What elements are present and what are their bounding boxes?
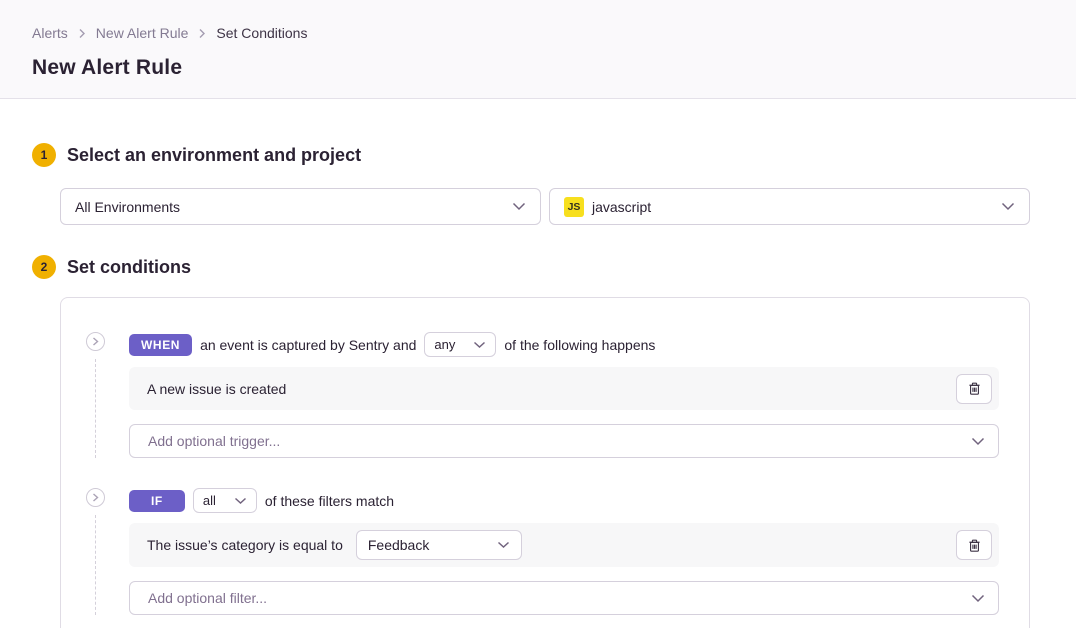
breadcrumb-link-new-alert-rule[interactable]: New Alert Rule (96, 25, 189, 41)
page-header: Alerts New Alert Rule Set Conditions New… (0, 0, 1076, 99)
filter-value-select-value: Feedback (368, 537, 497, 553)
when-match-select[interactable]: any (424, 332, 496, 357)
chevron-down-icon (971, 437, 985, 446)
add-optional-filter-select[interactable]: Add optional filter... (129, 581, 999, 615)
chevron-down-icon (1001, 202, 1015, 211)
step-1-number-badge: 1 (32, 143, 56, 167)
chevron-right-icon (198, 28, 206, 39)
collapse-circle-chevron-icon[interactable] (86, 488, 105, 507)
chevron-down-icon (971, 594, 985, 603)
trigger-rule-row: A new issue is created (129, 367, 999, 410)
add-optional-trigger-select[interactable]: Add optional trigger... (129, 424, 999, 458)
when-text-after: of the following happens (504, 337, 655, 353)
add-filter-placeholder: Add optional filter... (148, 590, 971, 606)
chevron-down-icon (473, 341, 486, 349)
when-match-select-value: any (434, 337, 455, 352)
if-badge: IF (129, 490, 185, 512)
main-content: 1 Select an environment and project All … (0, 99, 1076, 628)
filter-rule-label: The issue’s category is equal to (147, 537, 343, 553)
chevron-down-icon (512, 202, 526, 211)
connector-dashed-line (95, 359, 96, 458)
connector-dashed-line (95, 515, 96, 615)
delete-trigger-button[interactable] (956, 374, 992, 404)
javascript-platform-icon: JS (564, 197, 584, 217)
when-text-before: an event is captured by Sentry and (200, 337, 416, 353)
when-badge: WHEN (129, 334, 192, 356)
if-sentence: IF all of these filters match (129, 488, 999, 513)
project-select-value: javascript (592, 199, 1001, 215)
when-sentence: WHEN an event is captured by Sentry and … (129, 332, 999, 357)
section-environment-project: 1 Select an environment and project All … (32, 143, 1030, 225)
breadcrumb: Alerts New Alert Rule Set Conditions (32, 25, 1044, 41)
add-trigger-placeholder: Add optional trigger... (148, 433, 971, 449)
page-title: New Alert Rule (32, 56, 1044, 80)
conditions-card: WHEN an event is captured by Sentry and … (60, 297, 1030, 628)
when-condition-group: WHEN an event is captured by Sentry and … (81, 332, 999, 458)
breadcrumb-link-alerts[interactable]: Alerts (32, 25, 68, 41)
breadcrumb-current-set-conditions: Set Conditions (216, 25, 307, 41)
environment-select-value: All Environments (75, 199, 512, 215)
collapse-circle-chevron-icon[interactable] (86, 332, 105, 351)
trigger-rule-label: A new issue is created (147, 381, 286, 397)
chevron-down-icon (234, 497, 247, 505)
delete-filter-button[interactable] (956, 530, 992, 560)
environment-select[interactable]: All Environments (60, 188, 541, 225)
chevron-down-icon (497, 541, 510, 549)
section-set-conditions: 2 Set conditions WHEN an event is captur… (32, 255, 1030, 628)
project-select[interactable]: JS javascript (549, 188, 1030, 225)
if-text-after: of these filters match (265, 493, 394, 509)
chevron-right-icon (78, 28, 86, 39)
filter-value-select[interactable]: Feedback (356, 530, 522, 560)
step-2-number-badge: 2 (32, 255, 56, 279)
if-match-select[interactable]: all (193, 488, 257, 513)
step-2-title: Set conditions (67, 257, 191, 278)
filter-rule-row: The issue’s category is equal to Feedbac… (129, 523, 999, 567)
if-match-select-value: all (203, 493, 216, 508)
trash-icon (967, 538, 982, 553)
trash-icon (967, 381, 982, 396)
if-condition-group: IF all of these filters match The issue’… (81, 488, 999, 615)
step-1-title: Select an environment and project (67, 145, 361, 166)
